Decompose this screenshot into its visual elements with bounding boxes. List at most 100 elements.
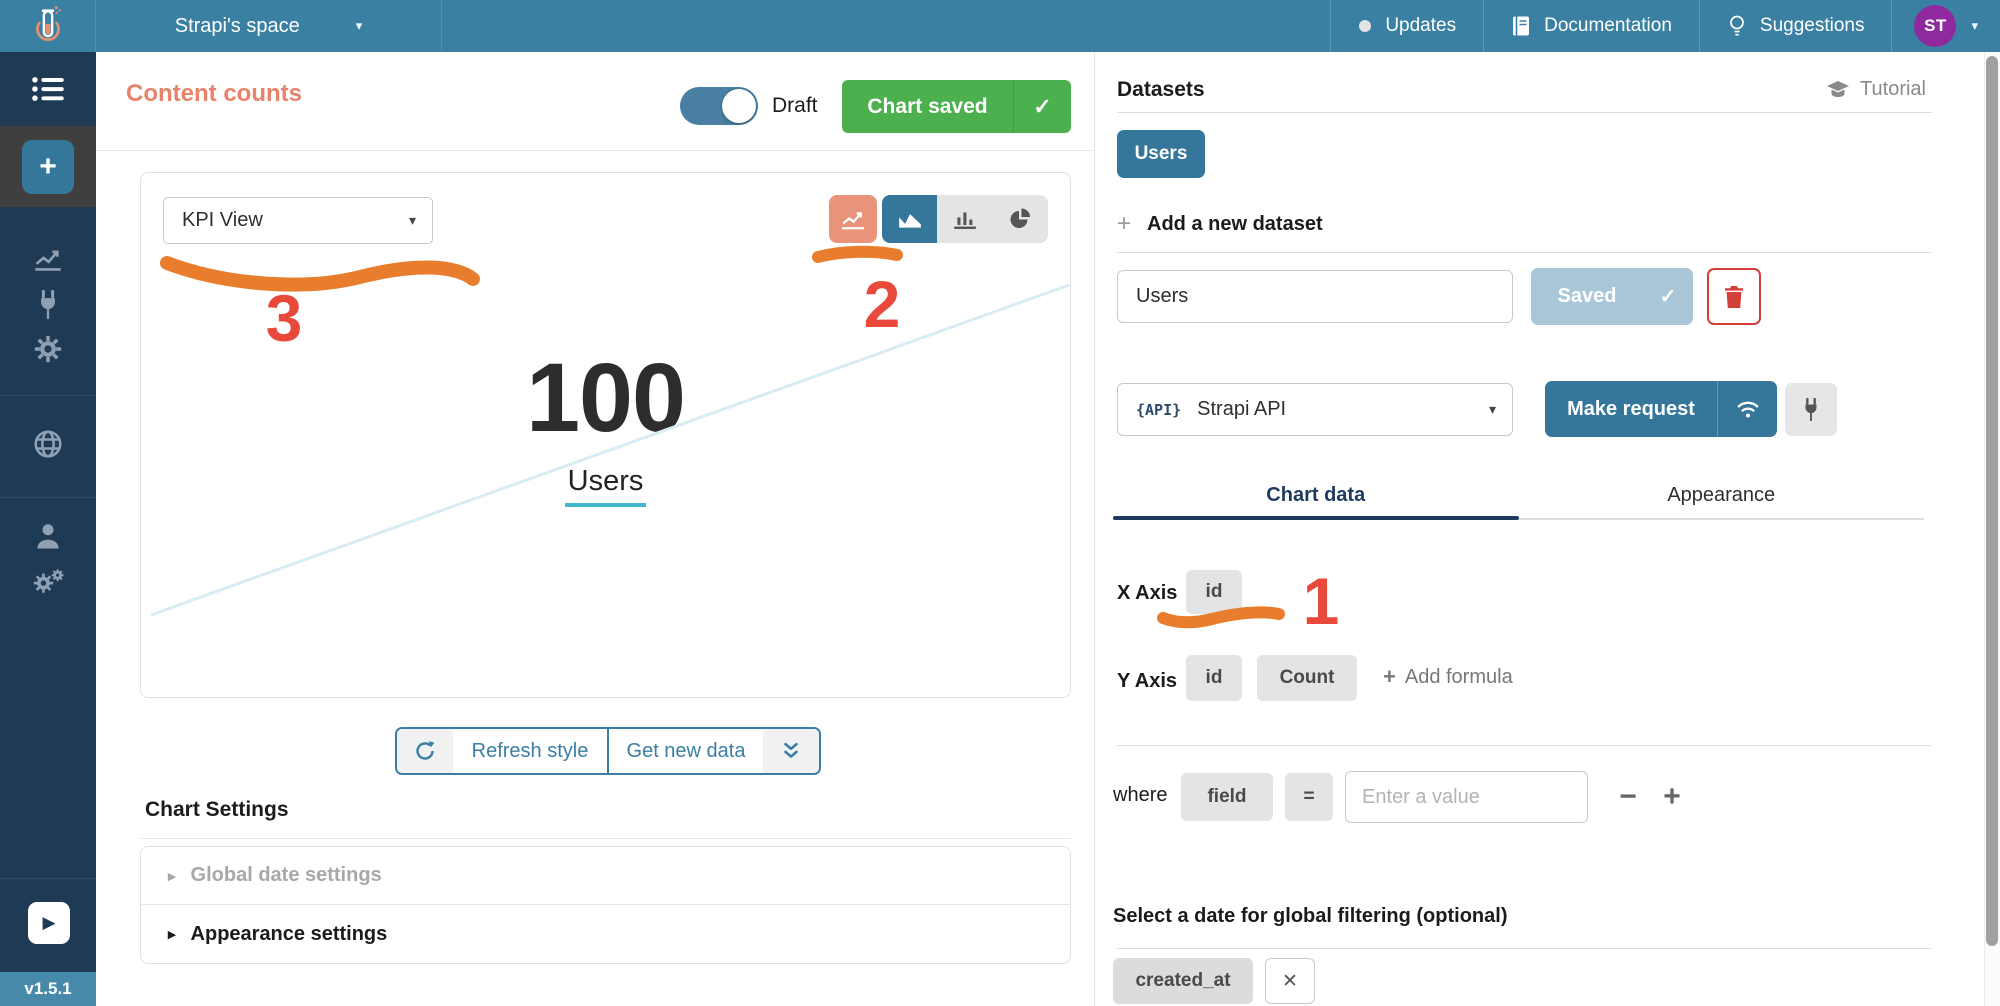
pie-chart-type-button[interactable] xyxy=(993,195,1048,243)
dataset-tab-users[interactable]: Users xyxy=(1117,130,1205,178)
panel-divider xyxy=(1117,948,1932,949)
sidebar-item-content-list[interactable] xyxy=(0,74,96,104)
caret-right-icon: ▸ xyxy=(168,925,176,943)
connection-button[interactable] xyxy=(1785,383,1837,436)
collapse-sidebar-button[interactable]: ▶ xyxy=(28,902,70,944)
refresh-icon-button[interactable] xyxy=(397,729,453,773)
scrollbar-track[interactable] xyxy=(1984,52,2000,1006)
documentation-menu-item[interactable]: Documentation xyxy=(1483,0,1699,52)
y-axis-label: Y Axis xyxy=(1117,670,1177,693)
remove-filter-button[interactable]: − xyxy=(1608,777,1648,817)
wifi-icon xyxy=(1717,381,1777,437)
sidebar-item-globe[interactable] xyxy=(0,428,96,460)
datasets-heading: Datasets xyxy=(1117,78,1205,102)
gear-icon xyxy=(33,334,63,364)
tab-appearance[interactable]: Appearance xyxy=(1519,484,1925,516)
datasets-panel: Datasets Tutorial Users + Add a new data… xyxy=(1096,52,2000,1006)
api-badge: {API} xyxy=(1136,401,1181,419)
line-chart-icon xyxy=(32,244,64,272)
sidebar-item-charts[interactable] xyxy=(0,244,96,272)
area-chart-type-button[interactable] xyxy=(882,195,937,243)
settings-divider xyxy=(140,838,1071,839)
dataset-name-input[interactable] xyxy=(1117,270,1513,323)
api-source-select[interactable]: {API} Strapi API ▾ xyxy=(1117,383,1513,436)
y-axis-aggregation-chip[interactable]: Count xyxy=(1257,655,1357,701)
delete-dataset-button[interactable] xyxy=(1707,268,1761,325)
plus-icon: + xyxy=(1383,664,1396,690)
where-field-chip[interactable]: field xyxy=(1181,773,1273,821)
tutorial-label: Tutorial xyxy=(1860,78,1926,101)
appearance-settings-row[interactable]: ▸ Appearance settings xyxy=(141,905,1070,963)
graduation-cap-icon xyxy=(1826,80,1850,100)
dataset-tab-label: Users xyxy=(1135,143,1188,165)
user-menu[interactable]: ST ▾ xyxy=(1891,0,2000,52)
make-request-button[interactable]: Make request xyxy=(1545,381,1777,437)
double-chevron-down-icon xyxy=(780,740,802,762)
global-date-settings-row[interactable]: ▸ Global date settings xyxy=(141,847,1070,905)
suggestions-menu-item[interactable]: Suggestions xyxy=(1699,0,1892,52)
workspace-selector[interactable]: Strapi's space ▾ xyxy=(96,0,442,52)
chart-view-select[interactable]: KPI View ▾ xyxy=(163,197,433,244)
y-axis-field-chip[interactable]: id xyxy=(1186,655,1242,701)
remove-date-filter-button[interactable]: ✕ xyxy=(1265,958,1315,1004)
chart-settings-heading: Chart Settings xyxy=(145,798,289,822)
sidebar-item-connectors[interactable] xyxy=(0,290,96,320)
book-icon xyxy=(1511,15,1531,37)
chart-view-value: KPI View xyxy=(182,209,409,232)
x-axis-field-chip[interactable]: id xyxy=(1186,570,1242,614)
sidebar-item-users[interactable] xyxy=(0,522,96,550)
app-window: Strapi's space ▾ Updates Documentation xyxy=(0,0,2000,1006)
app-logo[interactable] xyxy=(0,0,96,52)
topbar-spacer xyxy=(442,0,1330,52)
tab-chart-data[interactable]: Chart data xyxy=(1113,484,1519,516)
chart-saved-label: Chart saved xyxy=(842,80,1013,133)
panel-divider xyxy=(1117,252,1932,253)
sidebar-item-settings[interactable] xyxy=(0,334,96,364)
play-icon: ▶ xyxy=(42,913,55,933)
more-data-options-button[interactable] xyxy=(763,729,819,773)
where-label: where xyxy=(1113,784,1167,807)
chart-saved-button[interactable]: Chart saved ✓ xyxy=(842,80,1071,133)
add-formula-button[interactable]: + Add formula xyxy=(1383,664,1513,690)
draft-toggle[interactable] xyxy=(680,87,758,125)
line-chart-type-button[interactable] xyxy=(829,195,877,243)
updates-label: Updates xyxy=(1385,15,1456,37)
workspace-name: Strapi's space xyxy=(175,15,300,38)
bar-chart-icon xyxy=(952,208,978,230)
add-chart-button[interactable]: + xyxy=(22,140,74,194)
plus-icon: + xyxy=(1117,210,1131,238)
date-filter-chip[interactable]: created_at xyxy=(1113,958,1253,1004)
sidebar-active-section: + xyxy=(0,126,96,207)
annotation-number-1: 1 xyxy=(1296,568,1346,634)
annotation-number-2: 2 xyxy=(857,271,907,337)
flask-logo-icon xyxy=(26,3,70,49)
trash-icon xyxy=(1723,285,1745,309)
where-value-input[interactable] xyxy=(1345,771,1588,823)
documentation-label: Documentation xyxy=(1544,15,1672,37)
close-icon: ✕ xyxy=(1282,970,1298,993)
annotation-underline-3 xyxy=(155,249,485,297)
panel-divider xyxy=(1117,112,1932,113)
tutorial-link[interactable]: Tutorial xyxy=(1826,78,1926,101)
sidebar-divider xyxy=(0,878,96,879)
add-dataset-button[interactable]: + Add a new dataset xyxy=(1117,210,1323,238)
chart-editor-panel: Content counts Draft Chart saved ✓ KPI V… xyxy=(96,52,1095,1006)
toggle-knob xyxy=(722,89,756,123)
bar-chart-type-button[interactable] xyxy=(937,195,992,243)
annotation-underline-2 xyxy=(811,245,907,269)
sidebar: + xyxy=(0,52,96,1006)
updates-menu-item[interactable]: Updates xyxy=(1330,0,1483,52)
sidebar-item-admin-settings[interactable] xyxy=(0,566,96,598)
chevron-down-icon: ▾ xyxy=(1489,401,1496,418)
get-new-data-button[interactable]: Get new data xyxy=(609,729,763,773)
refresh-style-button[interactable]: Refresh style xyxy=(453,729,609,773)
admin-gears-icon xyxy=(31,566,65,598)
scrollbar-thumb[interactable] xyxy=(1986,56,1998,946)
saved-button[interactable]: Saved ✓ xyxy=(1531,268,1693,325)
add-filter-button[interactable]: + xyxy=(1652,777,1692,817)
chevron-down-icon: ▾ xyxy=(1971,18,1978,34)
topbar: Strapi's space ▾ Updates Documentation xyxy=(0,0,2000,52)
chart-actions-group: Refresh style Get new data xyxy=(395,727,821,775)
draft-toggle-label: Draft xyxy=(772,94,818,118)
where-operator-chip[interactable]: = xyxy=(1285,773,1333,821)
